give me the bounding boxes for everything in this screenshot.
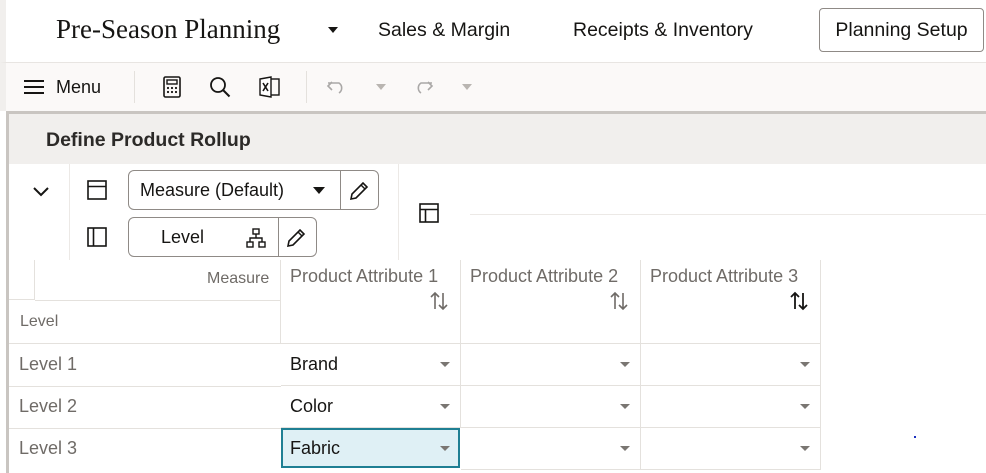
pivot-divider — [69, 164, 70, 260]
panel-header: Define Product Rollup — [9, 114, 986, 164]
corner-level-label: Level — [20, 313, 59, 330]
grid-cell-dropdown-selected[interactable]: Fabric — [281, 428, 460, 468]
cell-value: Brand — [290, 354, 339, 374]
row-header: Level 2 — [19, 396, 78, 416]
redo-icon — [417, 81, 434, 94]
redo-button[interactable] — [410, 71, 436, 103]
chevron-down-icon — [313, 187, 325, 194]
chevron-down-icon — [440, 404, 450, 409]
app-header: Pre-Season Planning Sales & Margin Recei… — [0, 0, 986, 62]
grid-cell-dropdown[interactable] — [461, 344, 641, 386]
chevron-down-icon — [33, 187, 49, 197]
page-title: Define Product Rollup — [46, 129, 251, 151]
collapse-button[interactable] — [30, 180, 52, 202]
grid-cell-dropdown[interactable] — [461, 428, 641, 470]
row-level-selector[interactable]: Level — [128, 217, 317, 257]
undo-icon — [326, 81, 343, 94]
grid-cell-dropdown[interactable]: Color — [281, 386, 461, 428]
row-header: Level 3 — [19, 438, 78, 458]
undo-button[interactable] — [324, 71, 350, 103]
toolbar: Menu — [0, 62, 986, 111]
calculator-icon — [163, 76, 181, 98]
cell-value: Color — [290, 396, 334, 416]
row-edge-icon — [87, 227, 107, 247]
pivot-divider — [398, 164, 399, 260]
grid-divider — [9, 343, 281, 344]
search-icon — [210, 77, 231, 98]
chevron-down-icon — [440, 362, 450, 367]
menu-label: Menu — [56, 76, 102, 97]
app-switcher-caret-icon[interactable] — [328, 27, 338, 33]
column-header[interactable]: Product Attribute 1 — [281, 260, 461, 344]
sort-icon[interactable] — [429, 290, 449, 312]
cell-value: Fabric — [290, 438, 341, 458]
export-excel-button[interactable] — [258, 71, 282, 103]
grid-cell-dropdown[interactable] — [461, 386, 641, 428]
grid-divider — [9, 386, 281, 387]
search-button[interactable] — [208, 71, 232, 103]
toolbar-divider — [134, 71, 135, 103]
edit-pencil-icon[interactable] — [285, 227, 307, 249]
pivot-divider — [470, 214, 986, 215]
calculator-button[interactable] — [160, 71, 184, 103]
grid-cell-dropdown[interactable] — [641, 386, 821, 428]
toolbar-divider — [306, 71, 307, 103]
column-header-label: Product Attribute 1 — [290, 266, 439, 286]
cursor-dot — [914, 436, 916, 438]
pivot-layout-icon[interactable] — [417, 201, 441, 225]
edit-pencil-icon[interactable] — [348, 180, 370, 202]
data-grid: Measure Level Product Attribute 1 Produc… — [9, 260, 986, 473]
column-header-label: Product Attribute 2 — [470, 266, 619, 286]
column-header-label: Product Attribute 3 — [650, 266, 799, 286]
excel-icon — [259, 76, 280, 98]
chevron-down-icon — [620, 446, 630, 451]
chevron-down-icon — [800, 446, 810, 451]
chevron-down-icon — [462, 84, 472, 90]
column-measure-label: Measure (Default) — [140, 179, 285, 200]
grid-cell-dropdown[interactable] — [641, 428, 821, 470]
grid-divider — [9, 428, 281, 429]
chevron-down-icon — [376, 84, 386, 90]
column-header[interactable]: Product Attribute 2 — [461, 260, 641, 344]
nav-receipts-inventory[interactable]: Receipts & Inventory — [573, 19, 753, 42]
app-title[interactable]: Pre-Season Planning — [56, 14, 280, 45]
chevron-down-icon — [620, 362, 630, 367]
column-edge-icon — [87, 180, 107, 200]
sort-icon[interactable] — [789, 290, 809, 312]
pivot-controls: Measure (Default) Level — [9, 164, 986, 260]
grid-corner-cell — [9, 260, 35, 300]
chevron-down-icon — [800, 404, 810, 409]
grid-cell-dropdown[interactable]: Brand — [281, 344, 461, 386]
row-level-label: Level — [161, 226, 205, 247]
redo-dropdown[interactable] — [460, 71, 474, 103]
nav-sales-margin[interactable]: Sales & Margin — [378, 19, 510, 42]
chevron-down-icon — [800, 362, 810, 367]
content-panel: Define Product Rollup Measure (Default) … — [6, 111, 986, 473]
row-header: Level 1 — [19, 354, 78, 374]
corner-measure-label: Measure — [207, 270, 270, 287]
grid-divider — [35, 300, 281, 301]
grid-cell-dropdown[interactable] — [641, 344, 821, 386]
pill-divider — [278, 218, 279, 256]
undo-dropdown[interactable] — [374, 71, 388, 103]
sort-icon[interactable] — [609, 290, 629, 312]
menu-button[interactable]: Menu — [24, 71, 101, 103]
column-header[interactable]: Product Attribute 3 — [641, 260, 821, 344]
grid-corner-header: Measure Level — [9, 260, 281, 344]
chevron-down-icon — [620, 404, 630, 409]
hamburger-icon — [24, 80, 44, 94]
chevron-down-icon — [440, 446, 450, 451]
column-measure-selector[interactable]: Measure (Default) — [128, 170, 379, 210]
hierarchy-icon[interactable] — [245, 227, 267, 249]
pill-divider — [340, 171, 341, 209]
nav-planning-setup[interactable]: Planning Setup — [819, 8, 984, 52]
